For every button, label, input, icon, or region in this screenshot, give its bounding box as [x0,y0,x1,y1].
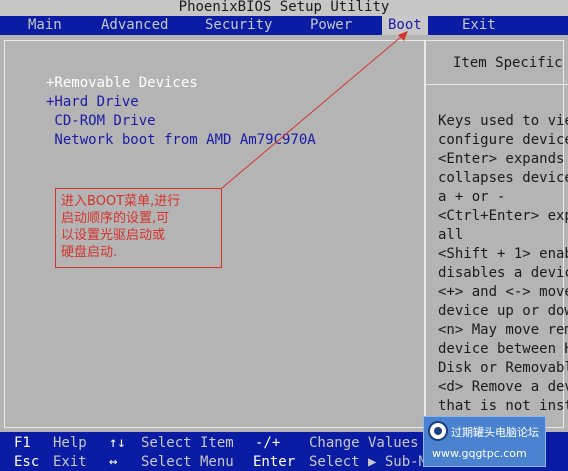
footer-key-updown: ↑↓ [109,435,126,451]
watermark-url: www.gqgtpc.com [432,447,527,460]
footer-desc-select-item: Select Item [141,435,234,451]
menu-main[interactable]: Main [28,16,62,35]
annotation-callout: 进入BOOT菜单,进行 启动顺序的设置,可 以设置光驱启动或 硬盘启动. [55,188,222,268]
help-line: <Ctrl+Enter> exp [438,208,568,224]
help-line: <d> Remove a dev [438,379,568,395]
menu-boot[interactable]: Boot [382,16,428,35]
boot-item-hard-drive[interactable]: +Hard Drive [46,94,139,110]
footer-key-f1: F1 [14,435,31,451]
footer-desc-select-menu: Select Menu [141,454,234,470]
help-line: device up or dow [438,303,568,319]
help-line: <Shift + 1> enab [438,246,568,262]
menu-security[interactable]: Security [205,16,272,35]
help-line: all [438,227,464,243]
help-line: Disk or Removabl [438,360,568,376]
help-line: <n> May move rem [438,322,568,338]
help-line: <+> and <-> move [438,284,568,300]
window-title: PhoenixBIOS Setup Utility [0,0,568,16]
footer-desc-change-values: Change Values [309,435,419,451]
help-line: Keys used to vie [438,113,568,129]
watermark-title: 过期罐头电脑论坛 [451,426,539,439]
footer-key-minus-plus: -/+ [255,435,281,451]
footer-key-leftright: ↔ [109,454,118,470]
site-watermark: 过期罐头电脑论坛 www.gqgtpc.com [423,416,546,467]
footer-desc-exit: Exit [53,454,87,470]
boot-item-network-boot[interactable]: Network boot from AMD Am79C970A [46,132,315,148]
help-line: device between H [438,341,568,357]
menu-advanced[interactable]: Advanced [101,16,168,35]
help-line: a + or - [438,189,506,205]
callout-line: 启动顺序的设置,可 [61,211,170,226]
help-line: configure device [438,132,568,148]
help-line: collapses device [438,170,568,186]
footer-key-esc: Esc [14,454,40,470]
help-line: that is not inst [438,398,568,414]
panel-divider [424,40,426,428]
help-panel-title: Item Specific [453,55,563,71]
watermark-logo-icon [428,421,448,441]
callout-line: 进入BOOT菜单,进行 [61,194,181,209]
menu-bar: Main Advanced Security Power Boot Exit [0,16,568,35]
boot-item-removable-devices[interactable]: +Removable Devices [46,75,198,91]
callout-line: 硬盘启动. [61,245,118,260]
menu-power[interactable]: Power [310,16,352,35]
callout-line: 以设置光驱启动或 [61,228,166,243]
help-line: disables a devic [438,265,568,281]
help-header-separator [426,84,568,85]
menu-exit[interactable]: Exit [462,16,496,35]
footer-key-enter: Enter [253,454,296,470]
footer-desc-help: Help [53,435,87,451]
help-line: <Enter> expands [438,151,565,167]
boot-item-cdrom-drive[interactable]: CD-ROM Drive [46,113,155,129]
